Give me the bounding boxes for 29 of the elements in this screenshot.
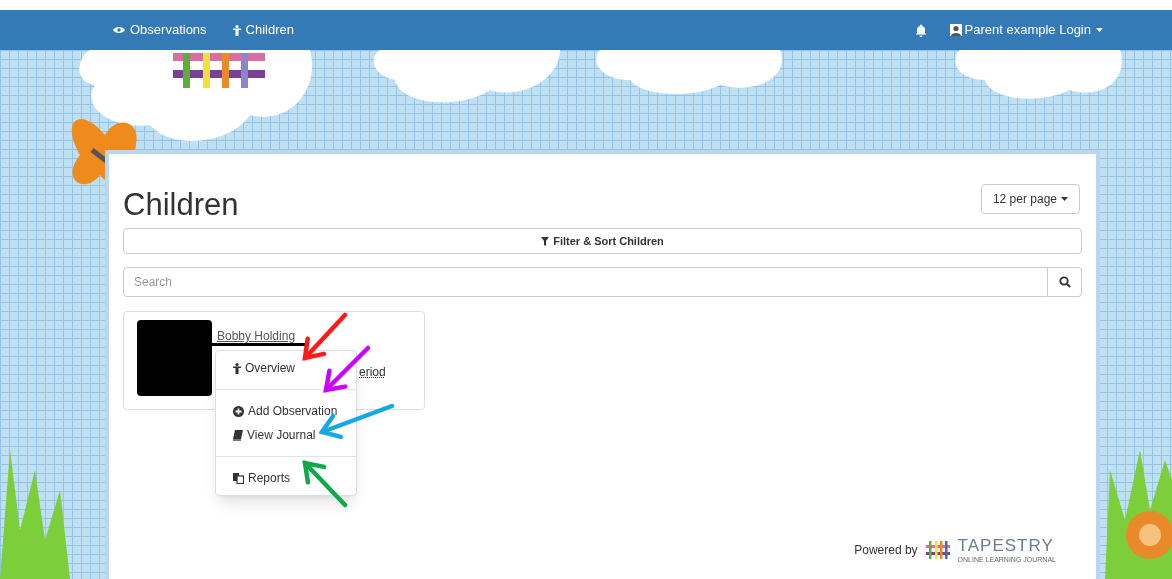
caret-icon bbox=[1096, 28, 1103, 32]
caret-icon bbox=[1061, 197, 1068, 201]
nav-link[interactable]: Observations bbox=[113, 20, 207, 40]
menu-item[interactable]: Add Observation bbox=[216, 399, 356, 423]
eye-icon bbox=[113, 26, 125, 34]
menu-item[interactable]: Reports bbox=[216, 466, 356, 490]
bell-icon[interactable] bbox=[914, 23, 927, 37]
link-text[interactable]: eriod bbox=[359, 363, 386, 381]
menu-item[interactable]: Overview bbox=[216, 356, 356, 380]
page-title: Children bbox=[123, 189, 239, 220]
user-icon bbox=[949, 24, 962, 36]
powered-by-text: Powered by bbox=[854, 542, 918, 559]
child-icon bbox=[232, 24, 241, 36]
filter-icon bbox=[541, 236, 550, 246]
user-menu[interactable]: Parent example Login bbox=[949, 20, 1103, 40]
menu-item[interactable]: View Journal bbox=[216, 423, 356, 447]
logo-text: TAPESTRY bbox=[957, 537, 1054, 554]
tapestry-logo-icon bbox=[925, 541, 950, 559]
child-icon bbox=[233, 362, 241, 374]
search-button[interactable] bbox=[1048, 267, 1082, 297]
child-name-link[interactable]: Bobby Holding bbox=[217, 327, 296, 345]
copy-icon bbox=[233, 472, 244, 484]
search-icon bbox=[1058, 276, 1071, 288]
per-page-dropdown[interactable]: 12 per page bbox=[980, 184, 1080, 214]
search-field[interactable]: Search bbox=[123, 267, 1048, 297]
nav-link[interactable]: Children bbox=[232, 20, 294, 40]
filter-sort-button[interactable]: Filter & Sort Children bbox=[123, 228, 1082, 254]
book-icon bbox=[233, 429, 243, 441]
plus-circle-icon bbox=[233, 405, 244, 417]
